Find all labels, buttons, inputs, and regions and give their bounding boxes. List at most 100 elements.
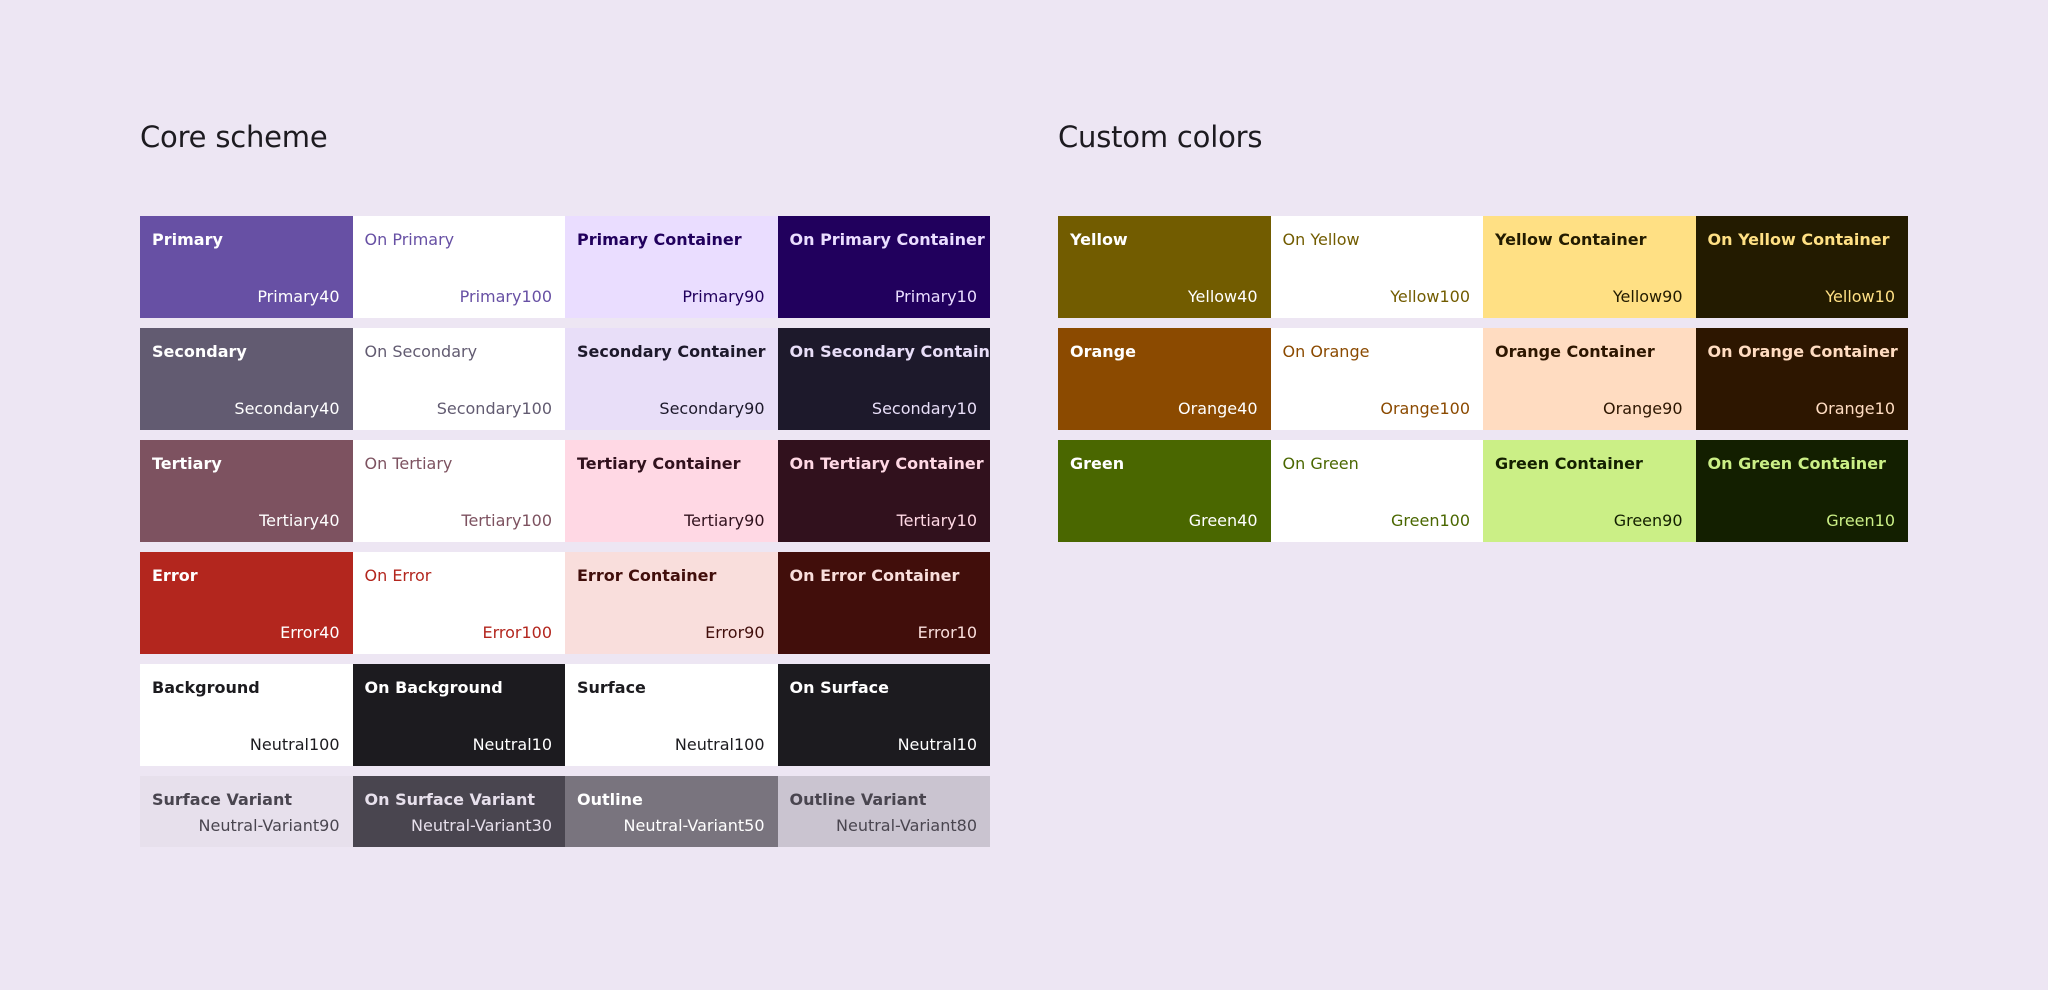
swatch-name: On Yellow Container: [1707, 230, 1890, 249]
swatch-tone: Error90: [705, 623, 765, 642]
swatch-name: On Error: [364, 566, 432, 585]
swatch-tone: Neutral-Variant80: [836, 816, 977, 835]
swatch-orange: Orange Orange40: [1058, 328, 1271, 430]
swatch-on-yellow-container: On Yellow Container Yellow10: [1695, 216, 1908, 318]
swatch-on-secondary-container: On Secondary Container Secondary10: [777, 328, 991, 430]
swatch-tone: Yellow40: [1187, 287, 1258, 306]
swatch-secondary-container: Secondary Container Secondary90: [565, 328, 778, 430]
swatch-tone: Yellow100: [1390, 287, 1470, 306]
swatch-on-yellow: On Yellow Yellow100: [1270, 216, 1483, 318]
swatch-on-green: On Green Green100: [1270, 440, 1483, 542]
swatch-name: Secondary: [152, 342, 247, 361]
swatch-tone: Neutral10: [472, 735, 552, 754]
swatch-tone: Secondary100: [436, 399, 552, 418]
custom-row-0: Yellow Yellow40 On Yellow Yellow100 Yellow C…: [1058, 216, 1908, 318]
swatch-name: On Primary: [364, 230, 455, 249]
swatch-error-container: Error Container Error90: [565, 552, 778, 654]
swatch-tone: Neutral-Variant50: [623, 816, 765, 835]
swatch-on-error-container: On Error Container Error10: [777, 552, 990, 654]
swatch-name: On Secondary: [364, 342, 478, 361]
core-row-2: Tertiary Tertiary40 On Tertiary Tertiary100…: [140, 440, 990, 542]
swatch-surface: Surface Neutral100: [565, 664, 778, 766]
swatch-tone: Neutral-Variant30: [411, 816, 552, 835]
swatch-tone: Yellow90: [1612, 287, 1683, 306]
swatch-name: Outline Variant: [789, 790, 927, 809]
swatch-name: On Tertiary: [364, 454, 453, 473]
swatch-name: Primary: [152, 230, 223, 249]
swatch-secondary: Secondary Secondary40: [140, 328, 353, 430]
swatch-on-error: On Error Error100: [352, 552, 565, 654]
swatch-tone: Tertiary10: [896, 511, 977, 530]
swatch-name: On Tertiary Container: [789, 454, 984, 473]
swatch-tone: Neutral100: [249, 735, 340, 754]
swatch-tone: Orange100: [1380, 399, 1470, 418]
swatch-tone: Error10: [917, 623, 977, 642]
swatch-name: On Orange: [1282, 342, 1370, 361]
swatch-tertiary: Tertiary Tertiary40: [140, 440, 353, 542]
swatch-on-orange: On Orange Orange100: [1270, 328, 1483, 430]
swatch-name: On Error Container: [789, 566, 960, 585]
swatch-tone: Neutral-Variant90: [198, 816, 340, 835]
swatch-name: On Secondary Container: [789, 342, 991, 361]
swatch-on-surface-variant: On Surface Variant Neutral-Variant30: [352, 776, 565, 847]
swatch-error: Error Error40: [140, 552, 353, 654]
swatch-tone: Secondary90: [659, 399, 765, 418]
swatch-tone: Tertiary100: [461, 511, 552, 530]
swatch-name: On Green Container: [1707, 454, 1886, 473]
swatch-name: Yellow Container: [1495, 230, 1647, 249]
swatch-tone: Orange90: [1603, 399, 1683, 418]
swatch-on-surface: On Surface Neutral10: [777, 664, 990, 766]
swatch-tone: Primary10: [894, 287, 977, 306]
swatch-name: On Green: [1282, 454, 1359, 473]
swatch-tone: Primary40: [257, 287, 340, 306]
swatch-tone: Secondary40: [234, 399, 340, 418]
custom-row-2: Green Green40 On Green Green100 Green Contai…: [1058, 440, 1908, 542]
swatch-tone: Error40: [280, 623, 340, 642]
swatch-tone: Orange40: [1178, 399, 1258, 418]
swatch-tone: Green100: [1391, 511, 1470, 530]
swatch-name: On Yellow: [1282, 230, 1360, 249]
swatch-orange-container: Orange Container Orange90: [1483, 328, 1696, 430]
swatch-tone: Green40: [1188, 511, 1258, 530]
swatch-tone: Secondary10: [871, 399, 977, 418]
core-scheme-grid: Primary Primary40 On Primary Primary100 Prim…: [140, 216, 990, 857]
swatch-yellow: Yellow Yellow40: [1058, 216, 1271, 318]
swatch-on-primary-container: On Primary Container Primary10: [777, 216, 990, 318]
swatch-name: On Orange Container: [1707, 342, 1898, 361]
swatch-name: Tertiary: [152, 454, 222, 473]
swatch-tertiary-container: Tertiary Container Tertiary90: [565, 440, 778, 542]
swatch-name: Surface Variant: [152, 790, 292, 809]
swatch-name: Background: [152, 678, 260, 697]
core-row-1: Secondary Secondary40 On Secondary Secondar…: [140, 328, 990, 430]
core-row-3: Error Error40 On Error Error100 Error Contai…: [140, 552, 990, 654]
swatch-on-green-container: On Green Container Green10: [1695, 440, 1908, 542]
swatch-primary: Primary Primary40: [140, 216, 353, 318]
swatch-name: Green: [1070, 454, 1125, 473]
core-row-4: Background Neutral100 On Background Neutral…: [140, 664, 990, 766]
swatch-green-container: Green Container Green90: [1483, 440, 1696, 542]
swatch-outline-variant: Outline Variant Neutral-Variant80: [777, 776, 990, 847]
swatch-tone: Yellow10: [1825, 287, 1895, 306]
swatch-name: Error: [152, 566, 198, 585]
swatch-tone: Tertiary90: [684, 511, 765, 530]
swatch-primary-container: Primary Container Primary90: [565, 216, 778, 318]
swatch-name: On Surface: [789, 678, 889, 697]
custom-colors-title: Custom colors: [1058, 120, 1263, 154]
swatch-on-secondary: On Secondary Secondary100: [352, 328, 565, 430]
swatch-surface-variant: Surface Variant Neutral-Variant90: [140, 776, 353, 847]
swatch-name: Error Container: [577, 566, 717, 585]
swatch-tone: Primary100: [459, 287, 552, 306]
swatch-name: On Primary Container: [789, 230, 985, 249]
swatch-yellow-container: Yellow Container Yellow90: [1483, 216, 1696, 318]
swatch-tone: Green10: [1826, 511, 1895, 530]
swatch-tone: Neutral10: [897, 735, 977, 754]
swatch-tone: Error100: [482, 623, 552, 642]
swatch-name: Orange Container: [1495, 342, 1655, 361]
swatch-tone: Orange10: [1815, 399, 1895, 418]
swatch-green: Green Green40: [1058, 440, 1271, 542]
swatch-on-tertiary-container: On Tertiary Container Tertiary10: [777, 440, 990, 542]
custom-row-1: Orange Orange40 On Orange Orange100 Orange C…: [1058, 328, 1908, 430]
swatch-tone: Primary90: [682, 287, 765, 306]
swatch-background: Background Neutral100: [140, 664, 353, 766]
swatch-name: Green Container: [1495, 454, 1643, 473]
